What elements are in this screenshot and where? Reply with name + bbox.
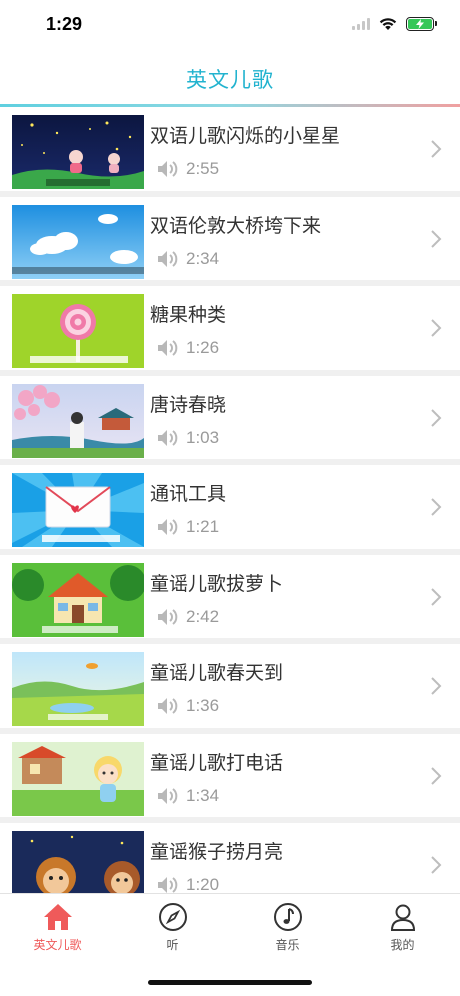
song-thumbnail — [12, 562, 144, 637]
song-thumbnail — [12, 383, 144, 458]
song-thumbnail — [12, 294, 144, 368]
tab-label: 音乐 — [275, 938, 300, 952]
wifi-icon — [379, 18, 397, 30]
song-thumbnail — [12, 652, 144, 726]
chevron-right-icon — [431, 498, 442, 516]
song-thumbnail — [12, 473, 144, 547]
song-duration: 1:20 — [186, 875, 220, 893]
list-item[interactable]: 双语伦敦大桥垮下来 2:34 — [0, 196, 460, 286]
song-duration: 1:03 — [186, 427, 220, 447]
tab-label: 英文儿歌 — [33, 938, 82, 952]
song-duration: 1:36 — [186, 696, 220, 715]
chevron-right-icon — [431, 587, 442, 606]
tab-english-songs[interactable]: 英文儿歌 — [0, 902, 115, 953]
song-duration-group: 2:34 — [156, 247, 219, 271]
tab-label: 听 — [166, 938, 179, 952]
song-duration: 1:34 — [186, 785, 220, 805]
list-item[interactable]: 童谣猴子捞月亮 1:20 — [0, 823, 460, 893]
page-title: 英文儿歌 — [186, 69, 274, 92]
speaker-icon — [158, 877, 178, 893]
song-title: 童谣儿歌春天到 — [150, 663, 284, 684]
song-list[interactable]: 双语儿歌闪烁的小星星 2:55 双语伦敦大桥垮下来 2:34 糖果种类 1:26… — [0, 107, 460, 893]
song-title: 唐诗春晓 — [150, 394, 227, 416]
chevron-right-icon — [431, 677, 442, 695]
tab-music[interactable]: 音乐 — [230, 902, 345, 953]
song-duration-group: 1:34 — [156, 784, 219, 808]
song-duration-group: 1:03 — [156, 426, 219, 450]
music-note-icon — [273, 903, 302, 931]
home-indicator — [148, 980, 312, 985]
tab-mine[interactable]: 我的 — [345, 902, 460, 953]
song-duration: 2:42 — [186, 606, 220, 626]
list-item[interactable]: 童谣儿歌春天到 1:36 — [0, 644, 460, 734]
song-title: 童谣儿歌拔萝卜 — [150, 573, 284, 595]
chevron-right-icon — [431, 408, 442, 427]
tab-label: 我的 — [390, 938, 415, 952]
song-thumbnail — [12, 831, 144, 893]
chevron-right-icon — [431, 766, 442, 785]
chevron-right-icon — [431, 856, 442, 874]
list-item[interactable]: 通讯工具 1:21 — [0, 465, 460, 555]
house-icon — [43, 904, 72, 930]
song-thumbnail — [12, 741, 144, 816]
speaker-icon — [158, 787, 178, 804]
tab-listen[interactable]: 听 — [115, 902, 230, 953]
navigation-bar: 英文儿歌 — [0, 50, 460, 108]
song-title: 双语伦敦大桥垮下来 — [150, 215, 322, 237]
speaker-icon — [158, 250, 178, 267]
chevron-right-icon — [431, 229, 442, 248]
song-thumbnail — [12, 204, 144, 279]
speaker-icon — [158, 161, 178, 177]
song-duration: 2:34 — [186, 248, 220, 268]
song-duration: 1:21 — [186, 517, 220, 536]
cellular-signal-icon — [352, 17, 370, 30]
chevron-right-icon — [431, 140, 442, 158]
battery-icon — [406, 16, 437, 31]
speaker-icon — [158, 698, 178, 714]
song-title: 通讯工具 — [150, 484, 227, 505]
speaker-icon — [158, 519, 178, 535]
song-duration-group: 2:55 — [156, 157, 219, 181]
song-duration: 1:26 — [186, 338, 220, 357]
speaker-icon — [158, 608, 178, 625]
song-thumbnail — [12, 115, 144, 189]
song-title: 糖果种类 — [150, 305, 227, 326]
status-bar: 1:29 — [0, 0, 460, 50]
song-title: 童谣儿歌打电话 — [150, 752, 284, 774]
list-item[interactable]: 童谣儿歌打电话 1:34 — [0, 733, 460, 823]
song-duration-group: 1:20 — [156, 873, 219, 893]
speaker-icon — [158, 340, 178, 356]
list-item[interactable]: 糖果种类 1:26 — [0, 286, 460, 376]
song-duration: 2:55 — [186, 159, 220, 178]
song-duration-group: 1:36 — [156, 694, 219, 718]
chevron-right-icon — [431, 319, 442, 337]
list-item[interactable]: 双语儿歌闪烁的小星星 2:55 — [0, 107, 460, 197]
song-title: 双语儿歌闪烁的小星星 — [150, 126, 341, 147]
person-icon — [390, 904, 415, 931]
list-item[interactable]: 童谣儿歌拔萝卜 2:42 — [0, 554, 460, 644]
speaker-icon — [158, 429, 178, 446]
song-title: 童谣猴子捞月亮 — [150, 842, 284, 863]
status-time: 1:29 — [46, 14, 83, 34]
song-duration-group: 1:26 — [156, 336, 219, 360]
status-icons — [352, 16, 437, 31]
song-duration-group: 2:42 — [156, 605, 219, 629]
list-item[interactable]: 唐诗春晓 1:03 — [0, 375, 460, 465]
compass-icon — [158, 903, 187, 931]
song-duration-group: 1:21 — [156, 515, 219, 539]
